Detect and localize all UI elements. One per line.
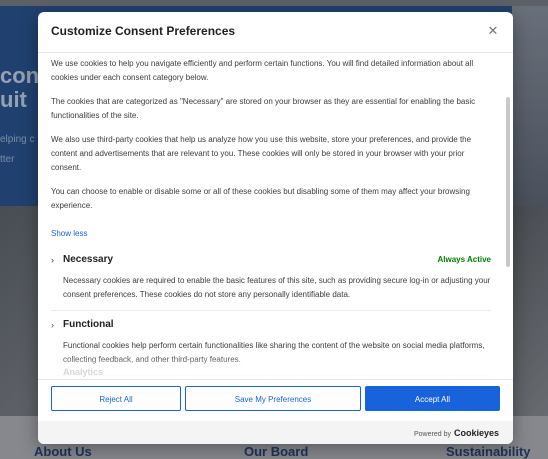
modal-body[interactable]: We use cookies to help you navigate effi… bbox=[38, 53, 513, 379]
modal-scroll-content: We use cookies to help you navigate effi… bbox=[51, 53, 491, 376]
category-analytics-partial: Analytics bbox=[63, 367, 104, 377]
close-icon[interactable]: ✕ bbox=[485, 23, 501, 39]
accept-all-button[interactable]: Accept All bbox=[365, 386, 500, 411]
category-name: Necessary bbox=[63, 254, 114, 265]
show-less-link[interactable]: Show less bbox=[51, 229, 87, 238]
scrollbar[interactable] bbox=[506, 97, 510, 267]
category-description: Necessary cookies are required to enable… bbox=[63, 276, 491, 299]
powered-by-bar: Powered by Cookieyes bbox=[38, 421, 513, 444]
intro-paragraph: We use cookies to help you navigate effi… bbox=[51, 59, 474, 82]
modal-footer: Reject All Save My Preferences Accept Al… bbox=[38, 379, 513, 422]
powered-by-label: Powered by Cookieyes bbox=[414, 428, 499, 438]
cookieyes-logo[interactable]: Cookieyes bbox=[454, 428, 499, 438]
modal-header: Customize Consent Preferences ✕ bbox=[38, 12, 513, 53]
always-active-badge: Always Active bbox=[437, 255, 491, 264]
consent-preferences-modal: Customize Consent Preferences ✕ We use c… bbox=[38, 12, 513, 444]
scroll-fade bbox=[38, 355, 513, 379]
modal-title: Customize Consent Preferences bbox=[51, 24, 236, 38]
category-header[interactable]: › Functional bbox=[51, 317, 491, 335]
chevron-right-icon[interactable]: › bbox=[51, 320, 54, 330]
reject-all-button[interactable]: Reject All bbox=[51, 386, 181, 411]
necessary-info-paragraph: The cookies that are categorized as "Nec… bbox=[51, 97, 476, 120]
save-preferences-button[interactable]: Save My Preferences bbox=[185, 386, 361, 411]
category-name: Functional bbox=[63, 319, 114, 330]
category-header[interactable]: › Necessary Always Active bbox=[51, 252, 491, 270]
third-party-paragraph: We also use third-party cookies that hel… bbox=[51, 135, 472, 172]
powered-by-text: Powered by bbox=[414, 431, 451, 438]
chevron-right-icon[interactable]: › bbox=[51, 255, 54, 265]
category-necessary[interactable]: › Necessary Always Active Necessary cook… bbox=[51, 246, 491, 311]
choice-paragraph: You can choose to enable or disable some… bbox=[51, 187, 470, 210]
